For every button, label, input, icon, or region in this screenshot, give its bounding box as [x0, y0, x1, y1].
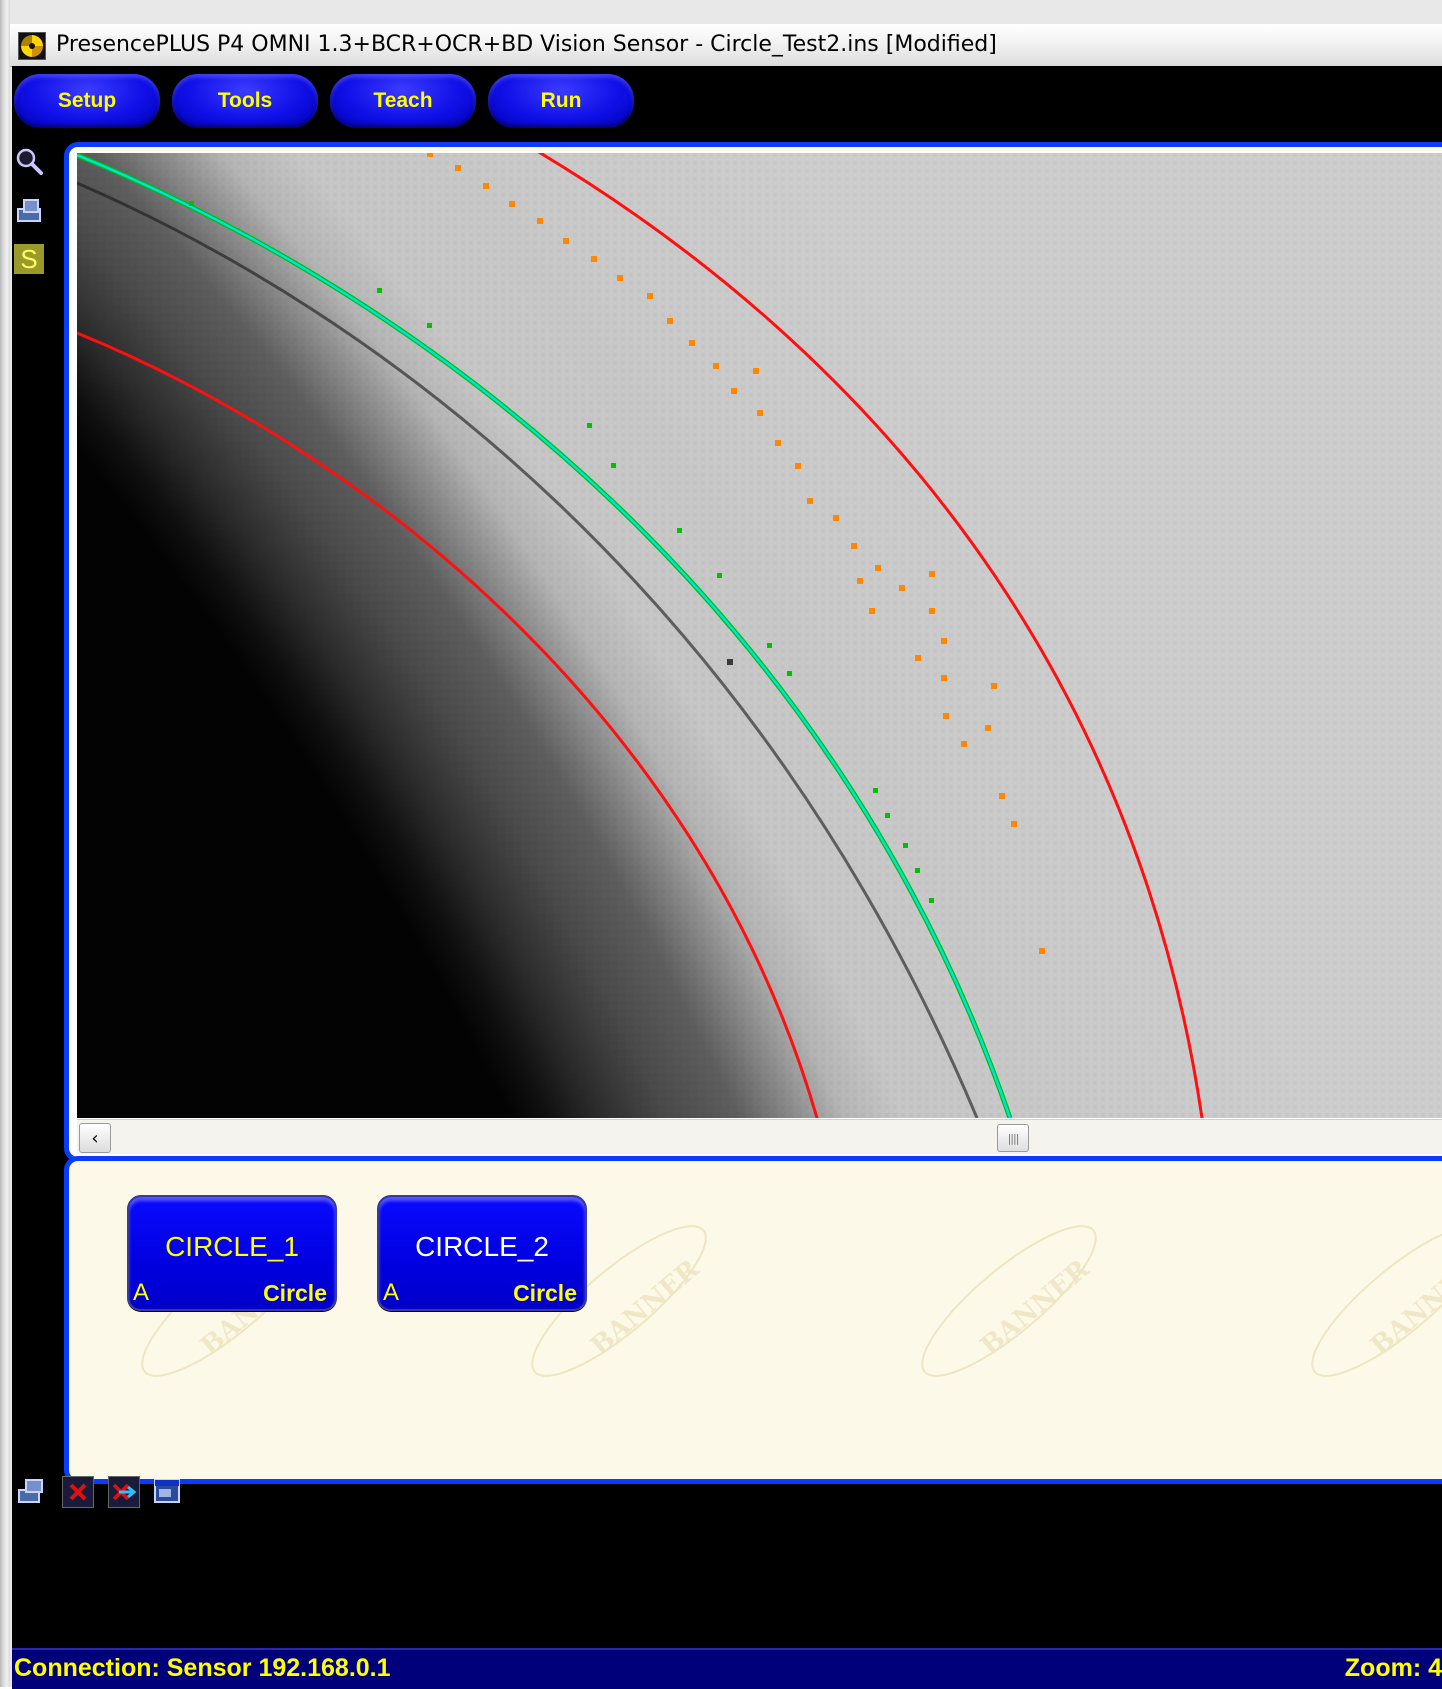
app-area: Setup Tools Teach Run S ‹ |||| BANNER BA…: [12, 66, 1442, 1689]
teach-button[interactable]: Teach: [330, 74, 476, 128]
tools-button[interactable]: Tools: [172, 74, 318, 128]
horizontal-scrollbar[interactable]: ‹ ||||: [77, 1119, 1442, 1154]
status-bar: Connection: Sensor 192.168.0.1 Zoom: 4: [12, 1648, 1442, 1689]
scroll-thumb[interactable]: ||||: [997, 1124, 1029, 1152]
viewport-top-edge: [69, 147, 1442, 151]
watermark-text-3: BANNER: [975, 1254, 1095, 1362]
zoom-icon[interactable]: [14, 146, 44, 176]
connection-status: Connection: Sensor 192.168.0.1: [14, 1654, 391, 1682]
image-viewport[interactable]: ‹ ||||: [64, 142, 1442, 1162]
scroll-left-button[interactable]: ‹: [79, 1123, 111, 1153]
window-icon[interactable]: [152, 1476, 182, 1506]
inspection-icon[interactable]: [14, 196, 44, 226]
tool-type: Circle: [513, 1280, 577, 1306]
setup-button[interactable]: Setup: [14, 74, 160, 128]
title-bar[interactable]: PresencePLUS P4 OMNI 1.3+BCR+OCR+BD Visi…: [10, 24, 1442, 67]
swap-icon[interactable]: [108, 1476, 140, 1508]
properties-icon[interactable]: [16, 1476, 46, 1506]
window-title: PresencePLUS P4 OMNI 1.3+BCR+OCR+BD Visi…: [56, 32, 997, 57]
tool-name: CIRCLE_2: [415, 1231, 549, 1262]
zoom-level: Zoom: 4: [1344, 1654, 1442, 1682]
app-logo-icon: [18, 32, 46, 60]
s-icon[interactable]: S: [14, 244, 44, 274]
tool-slot: A: [133, 1279, 150, 1306]
window-frame: [0, 0, 10, 1687]
application-window: PresencePLUS P4 OMNI 1.3+BCR+OCR+BD Visi…: [0, 0, 1442, 1689]
watermark-text-4: BANNER: [1365, 1254, 1442, 1362]
tool-tile-circle-1[interactable]: CIRCLE_1 A Circle: [127, 1195, 337, 1311]
delete-icon[interactable]: [62, 1476, 94, 1508]
tools-panel: BANNER BANNER BANNER BANNER CIRCLE_1 A C…: [64, 1156, 1442, 1484]
s-glyph: S: [20, 243, 38, 274]
watermark-text-2: BANNER: [585, 1254, 705, 1362]
tool-tile-circle-2[interactable]: CIRCLE_2 A Circle: [377, 1195, 587, 1311]
tool-slot: A: [383, 1279, 400, 1306]
tool-type: Circle: [263, 1280, 327, 1306]
tool-name: CIRCLE_1: [165, 1231, 299, 1262]
inspection-image[interactable]: [77, 153, 1442, 1118]
run-button[interactable]: Run: [488, 74, 634, 128]
inspection-overlay: [77, 153, 1442, 1118]
